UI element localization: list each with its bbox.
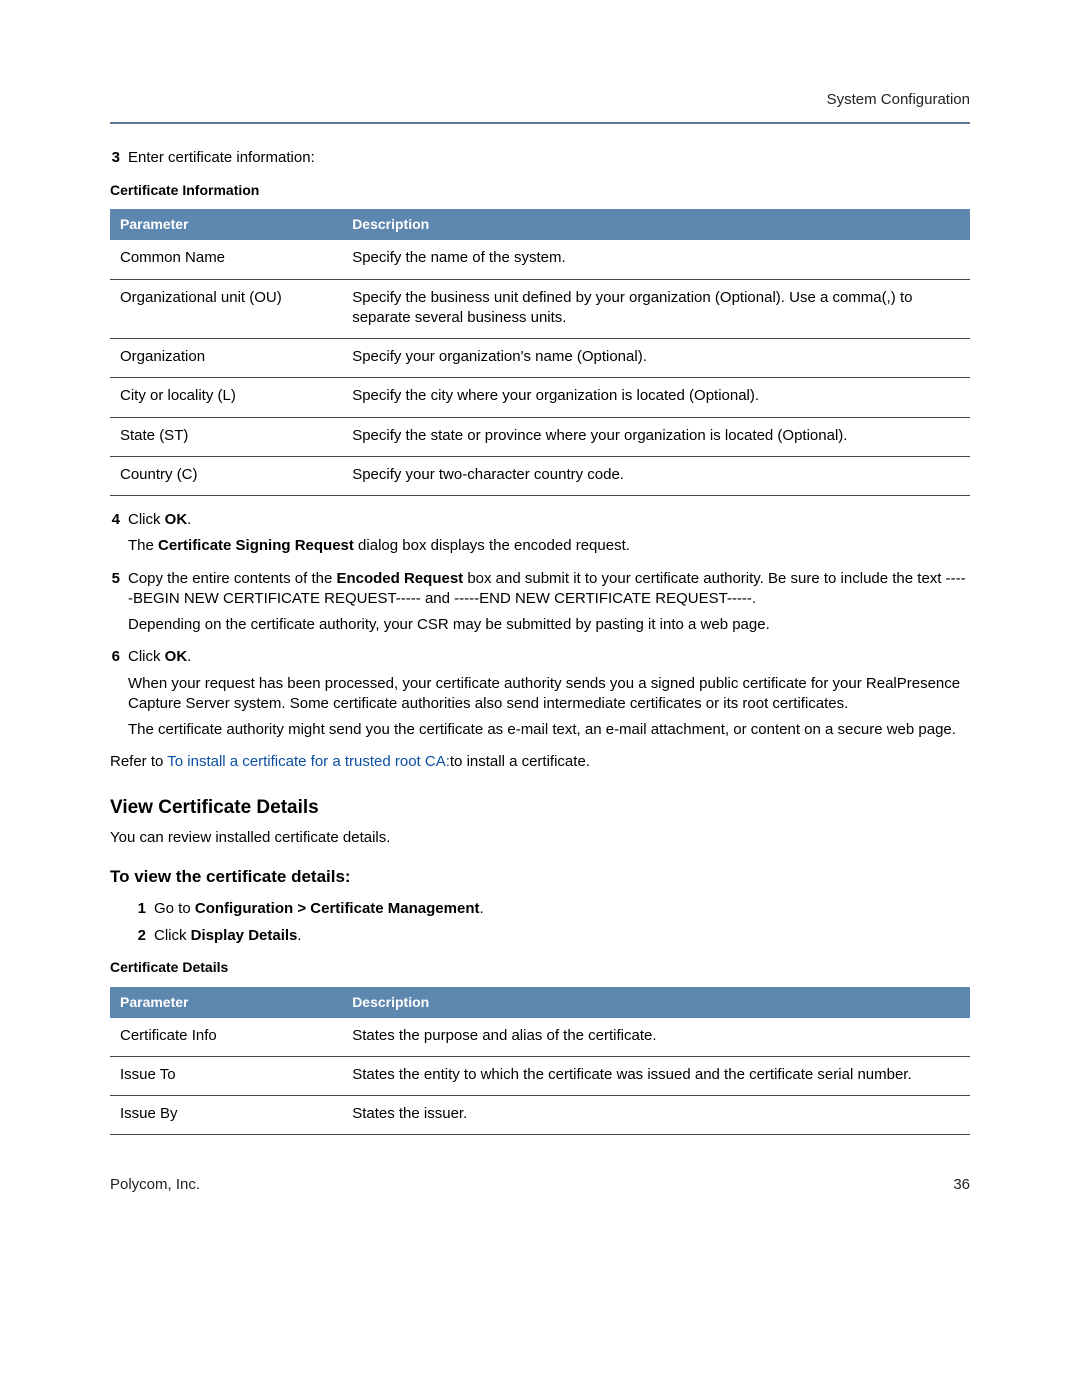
text: .	[187, 511, 191, 528]
bold: Configuration > Certificate Management	[195, 900, 480, 917]
step-number: 5	[110, 569, 128, 589]
table-row: Common Name Specify the name of the syst…	[110, 240, 970, 279]
step-4: 4 Click OK. The Certificate Signing Requ…	[110, 510, 970, 563]
page: System Configuration 3 Enter certificate…	[0, 0, 1080, 1256]
procedure-b-list: 1 Go to Configuration > Certificate Mana…	[136, 899, 970, 946]
text: The	[128, 537, 158, 554]
step-body: Copy the entire contents of the Encoded …	[128, 569, 970, 642]
table-row: Organization Specify your organization's…	[110, 339, 970, 378]
step-line: Click OK.	[128, 510, 970, 530]
view-intro: You can review installed certificate det…	[110, 828, 970, 848]
cell-desc: Specify the state or province where your…	[342, 417, 970, 456]
step-3: 3 Enter certificate information:	[110, 148, 970, 168]
procedure-b: 1 Go to Configuration > Certificate Mana…	[110, 899, 970, 946]
step-number: 1	[136, 899, 154, 919]
table-row: State (ST) Specify the state or province…	[110, 417, 970, 456]
table1-caption: Certificate Information	[110, 181, 970, 200]
install-cert-link[interactable]: To install a certificate for a trusted r…	[167, 753, 450, 770]
refer-line: Refer to To install a certificate for a …	[110, 752, 970, 772]
text: dialog box displays the encoded request.	[354, 537, 630, 554]
view-cert-details-heading: View Certificate Details	[110, 795, 970, 821]
step-line: Copy the entire contents of the Encoded …	[128, 569, 970, 610]
step-5: 5 Copy the entire contents of the Encode…	[110, 569, 970, 642]
step-6: 6 Click OK. When your request has been p…	[110, 647, 970, 746]
header-chapter: System Configuration	[110, 90, 970, 110]
text: Refer to	[110, 753, 167, 770]
table-header-row: Parameter Description	[110, 209, 970, 240]
step-line: The Certificate Signing Request dialog b…	[128, 536, 970, 556]
table-row: Organizational unit (OU) Specify the bus…	[110, 279, 970, 339]
footer-page-number: 36	[953, 1175, 970, 1195]
col-description: Description	[342, 987, 970, 1018]
text: Click	[154, 927, 191, 944]
cell-desc: Specify the name of the system.	[342, 240, 970, 279]
text: .	[297, 927, 301, 944]
text: Go to	[154, 900, 195, 917]
table-row: Issue By States the issuer.	[110, 1096, 970, 1135]
table-header-row: Parameter Description	[110, 987, 970, 1018]
procedure-a: 3 Enter certificate information:	[110, 148, 970, 168]
cell-desc: States the entity to which the certifica…	[342, 1056, 970, 1095]
procedure-a-cont: 4 Click OK. The Certificate Signing Requ…	[110, 510, 970, 746]
bold: Display Details	[191, 927, 298, 944]
step-number: 4	[110, 510, 128, 530]
text: to install a certificate.	[450, 753, 590, 770]
cell-desc: Specify the business unit defined by you…	[342, 279, 970, 339]
step-line: Click OK.	[128, 647, 970, 667]
cell-param: Common Name	[110, 240, 342, 279]
step-number: 2	[136, 926, 154, 946]
step-2: 2 Click Display Details.	[136, 926, 970, 946]
header-rule	[110, 122, 970, 124]
step-body: Go to Configuration > Certificate Manage…	[154, 899, 970, 919]
certificate-information-table: Parameter Description Common Name Specif…	[110, 209, 970, 496]
view-procedure-title: To view the certificate details:	[110, 866, 970, 889]
step-text: Enter certificate information:	[128, 148, 970, 168]
bold: OK	[165, 511, 188, 528]
footer-left: Polycom, Inc.	[110, 1175, 200, 1195]
step-number: 6	[110, 647, 128, 667]
table-row: Certificate Info States the purpose and …	[110, 1018, 970, 1057]
text: .	[187, 648, 191, 665]
text: Copy the entire contents of the	[128, 570, 336, 587]
text: Click	[128, 511, 165, 528]
step-line: When your request has been processed, yo…	[128, 674, 970, 715]
col-description: Description	[342, 209, 970, 240]
table-row: City or locality (L) Specify the city wh…	[110, 378, 970, 417]
cell-param: Issue To	[110, 1056, 342, 1095]
page-footer: Polycom, Inc. 36	[110, 1175, 970, 1195]
col-parameter: Parameter	[110, 209, 342, 240]
cell-param: Certificate Info	[110, 1018, 342, 1057]
cell-param: City or locality (L)	[110, 378, 342, 417]
text: .	[479, 900, 483, 917]
cell-desc: Specify your two-character country code.	[342, 456, 970, 495]
step-number: 3	[110, 148, 128, 168]
step-1: 1 Go to Configuration > Certificate Mana…	[136, 899, 970, 919]
col-parameter: Parameter	[110, 987, 342, 1018]
bold: Certificate Signing Request	[158, 537, 354, 554]
cell-param: Issue By	[110, 1096, 342, 1135]
cell-param: Organizational unit (OU)	[110, 279, 342, 339]
cell-param: Country (C)	[110, 456, 342, 495]
step-line: The certificate authority might send you…	[128, 720, 970, 740]
cell-desc: Specify the city where your organization…	[342, 378, 970, 417]
table2-caption: Certificate Details	[110, 958, 970, 977]
cell-param: Organization	[110, 339, 342, 378]
cell-desc: Specify your organization's name (Option…	[342, 339, 970, 378]
cell-desc: States the purpose and alias of the cert…	[342, 1018, 970, 1057]
step-line: Depending on the certificate authority, …	[128, 615, 970, 635]
bold: OK	[165, 648, 188, 665]
certificate-details-table: Parameter Description Certificate Info S…	[110, 987, 970, 1136]
table-row: Issue To States the entity to which the …	[110, 1056, 970, 1095]
bold: Encoded Request	[336, 570, 463, 587]
text: Click	[128, 648, 165, 665]
cell-desc: States the issuer.	[342, 1096, 970, 1135]
step-body: Click OK. When your request has been pro…	[128, 647, 970, 746]
step-body: Click OK. The Certificate Signing Reques…	[128, 510, 970, 563]
cell-param: State (ST)	[110, 417, 342, 456]
table-row: Country (C) Specify your two-character c…	[110, 456, 970, 495]
step-body: Click Display Details.	[154, 926, 970, 946]
